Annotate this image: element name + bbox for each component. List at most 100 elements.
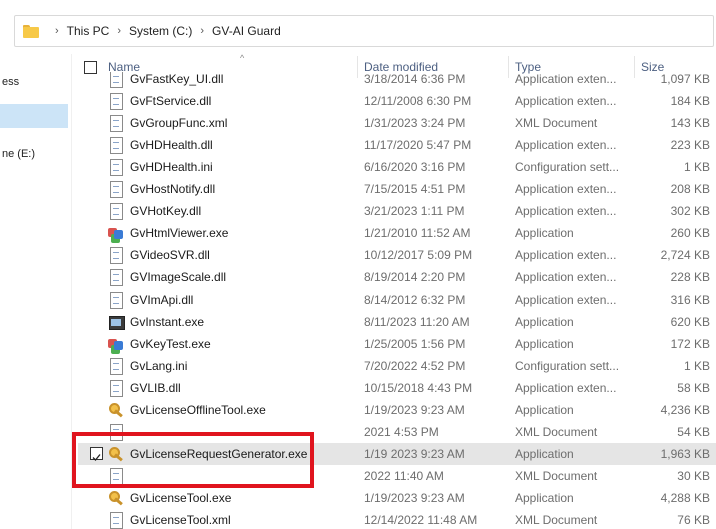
file-name[interactable]: GvFtService.dll bbox=[130, 90, 211, 112]
row-checkbox[interactable] bbox=[90, 446, 103, 461]
file-type: Application bbox=[515, 336, 574, 351]
file-row[interactable]: GVideoSVR.dll 10/12/2017 5:09 PM Applicati… bbox=[78, 244, 716, 266]
file-date-modified: 2022 11:40 AM bbox=[364, 468, 444, 483]
chevron-right-icon[interactable]: › bbox=[55, 25, 59, 37]
folder-icon bbox=[23, 24, 39, 38]
file-row[interactable]: GvHDHealth.dll 11/17/2020 5:47 PM Applicat… bbox=[78, 134, 716, 156]
file-type: Application exten... bbox=[515, 204, 617, 219]
file-type: Application exten... bbox=[515, 94, 617, 109]
key-icon bbox=[108, 446, 124, 462]
file-type: XML Document bbox=[515, 424, 598, 439]
ini-icon bbox=[108, 159, 124, 177]
file-name[interactable]: GvHDHealth.ini bbox=[130, 156, 213, 178]
nav-item-selected[interactable] bbox=[0, 104, 68, 128]
chevron-right-icon[interactable]: › bbox=[200, 25, 204, 37]
ini-icon bbox=[108, 357, 124, 375]
file-date-modified: 1/21/2010 11:52 AM bbox=[364, 226, 471, 241]
address-bar: › This PC › System (C:) › GV-AI Guard bbox=[0, 0, 716, 54]
file-type: Application exten... bbox=[515, 380, 617, 395]
xml-icon bbox=[108, 423, 124, 441]
file-name[interactable]: GvHDHealth.dll bbox=[130, 134, 213, 156]
file-name[interactable]: GvGroupFunc.xml bbox=[130, 112, 227, 134]
dll-icon bbox=[108, 72, 124, 88]
file-size: 184 KB bbox=[670, 94, 710, 109]
file-type: Application exten... bbox=[515, 182, 617, 197]
file-date-modified: 1/31/2023 3:24 PM bbox=[364, 116, 466, 131]
file-row[interactable]: GvHostNotify.dll 7/15/2015 4:51 PM Applica… bbox=[78, 178, 716, 200]
nav-item-access[interactable]: ess bbox=[0, 70, 68, 94]
file-row[interactable]: GVLIB.dll 10/15/2018 4:43 PM Application e… bbox=[78, 377, 716, 399]
file-row[interactable]: GvLicenseOfflineTool.exe 1/19/2023 9:23 A… bbox=[78, 399, 716, 421]
file-type: Application bbox=[515, 446, 574, 461]
file-row[interactable]: GvInstant.exe 8/11/2023 11:20 AM Applicati… bbox=[78, 311, 716, 333]
file-name[interactable]: GvHostNotify.dll bbox=[130, 178, 215, 200]
file-date-modified: 2021 4:53 PM bbox=[364, 424, 439, 439]
file-row[interactable]: GvLicenseTool.xml 12/14/2022 11:48 AM XML … bbox=[78, 509, 716, 529]
file-name[interactable]: GVImageScale.dll bbox=[130, 266, 226, 288]
file-type: Configuration sett... bbox=[515, 160, 620, 175]
file-size: 1,963 KB bbox=[660, 446, 710, 461]
file-size: 1,097 KB bbox=[660, 72, 710, 86]
file-size: 620 KB bbox=[670, 314, 710, 329]
file-row[interactable]: GvGroupFunc.xml 1/31/2023 3:24 PM XML Docu… bbox=[78, 112, 716, 134]
breadcrumb-this-pc[interactable]: This PC bbox=[67, 24, 110, 38]
file-name[interactable]: GvKeyTest.exe bbox=[130, 333, 211, 355]
file-size: 223 KB bbox=[670, 138, 710, 153]
file-row[interactable]: GvFtService.dll 12/11/2008 6:30 PM Applica… bbox=[78, 90, 716, 112]
file-date-modified: 6/16/2020 3:16 PM bbox=[364, 160, 466, 175]
file-row[interactable]: GvLicenseTool.exe 1/19/2023 9:23 AM Applic… bbox=[78, 487, 716, 509]
file-date-modified: 1/19 2023 9:23 AM bbox=[364, 446, 465, 461]
file-row[interactable]: GvKeyTest.exe 1/25/2005 1:56 PM Applicatio… bbox=[78, 333, 716, 355]
file-name[interactable]: GvLang.ini bbox=[130, 355, 187, 377]
breadcrumb-gv-ai-guard[interactable]: GV-AI Guard bbox=[212, 24, 281, 38]
file-row[interactable]: GVImageScale.dll 8/19/2014 2:20 PM Applica… bbox=[78, 266, 716, 288]
nav-item-drive-e[interactable]: ne (E:) bbox=[0, 142, 68, 166]
file-row[interactable]: 2021 4:53 PM XML Document 54 KB bbox=[78, 421, 716, 443]
file-name[interactable]: GvLicenseRequestGenerator.exe bbox=[130, 443, 307, 465]
file-date-modified: 11/17/2020 5:47 PM bbox=[364, 138, 472, 153]
file-name[interactable]: GvHtmlViewer.exe bbox=[130, 222, 228, 244]
dll-icon bbox=[108, 291, 124, 309]
dll-icon bbox=[108, 181, 124, 199]
breadcrumb-system-c[interactable]: System (C:) bbox=[129, 24, 192, 38]
file-row[interactable]: GvLang.ini 7/20/2022 4:52 PM Configuration… bbox=[78, 355, 716, 377]
breadcrumb[interactable]: › This PC › System (C:) › GV-AI Guard bbox=[14, 15, 714, 47]
file-row[interactable]: GvFastKey_UI.dll 3/18/2014 6:36 PM Applica… bbox=[78, 72, 716, 90]
file-row[interactable]: GvHDHealth.ini 6/16/2020 3:16 PM Configura… bbox=[78, 156, 716, 178]
xml-icon bbox=[108, 467, 124, 485]
file-size: 143 KB bbox=[670, 116, 710, 131]
file-size: 58 KB bbox=[677, 380, 710, 395]
file-date-modified: 8/11/2023 11:20 AM bbox=[364, 314, 470, 329]
file-row[interactable]: GVHotKey.dll 3/21/2023 1:11 PM Application… bbox=[78, 200, 716, 222]
file-type: Application bbox=[515, 402, 574, 417]
dll-icon bbox=[108, 203, 124, 221]
sort-up-icon: ^ bbox=[240, 53, 245, 63]
file-type: Application bbox=[515, 490, 574, 505]
app-icon bbox=[108, 225, 124, 241]
file-name[interactable]: GVLIB.dll bbox=[130, 377, 181, 399]
file-size: 2,724 KB bbox=[660, 248, 710, 263]
file-name[interactable]: GVHotKey.dll bbox=[130, 200, 201, 222]
file-name[interactable]: GvLicenseOfflineTool.exe bbox=[130, 399, 266, 421]
file-date-modified: 3/18/2014 6:36 PM bbox=[364, 72, 466, 86]
file-name[interactable]: GvLicenseTool.xml bbox=[130, 509, 231, 529]
file-name[interactable]: GvFastKey_UI.dll bbox=[130, 72, 223, 90]
file-row[interactable]: GVImApi.dll 8/14/2012 6:32 PM Application … bbox=[78, 289, 716, 311]
file-type: Application bbox=[515, 226, 574, 241]
file-size: 1 KB bbox=[683, 358, 710, 373]
file-date-modified: 7/20/2022 4:52 PM bbox=[364, 358, 466, 373]
file-row[interactable]: GvLicenseRequestGenerator.exe 1/19 2023 9… bbox=[78, 442, 716, 465]
file-date-modified: 10/12/2017 5:09 PM bbox=[364, 248, 473, 263]
dll-icon bbox=[108, 93, 124, 111]
file-name[interactable]: GVideoSVR.dll bbox=[130, 244, 210, 266]
file-name[interactable]: GvLicenseTool.exe bbox=[130, 487, 231, 509]
file-name[interactable]: GVImApi.dll bbox=[130, 289, 193, 311]
file-row[interactable]: GvHtmlViewer.exe 1/21/2010 11:52 AM Applic… bbox=[78, 222, 716, 244]
file-type: Configuration sett... bbox=[515, 358, 620, 373]
chevron-right-icon[interactable]: › bbox=[117, 25, 121, 37]
file-type: Application exten... bbox=[515, 138, 617, 153]
file-name[interactable]: GvInstant.exe bbox=[130, 311, 204, 333]
dll-icon bbox=[108, 247, 124, 265]
file-row[interactable]: 2022 11:40 AM XML Document 30 KB bbox=[78, 465, 716, 487]
file-date-modified: 3/21/2023 1:11 PM bbox=[364, 204, 465, 219]
